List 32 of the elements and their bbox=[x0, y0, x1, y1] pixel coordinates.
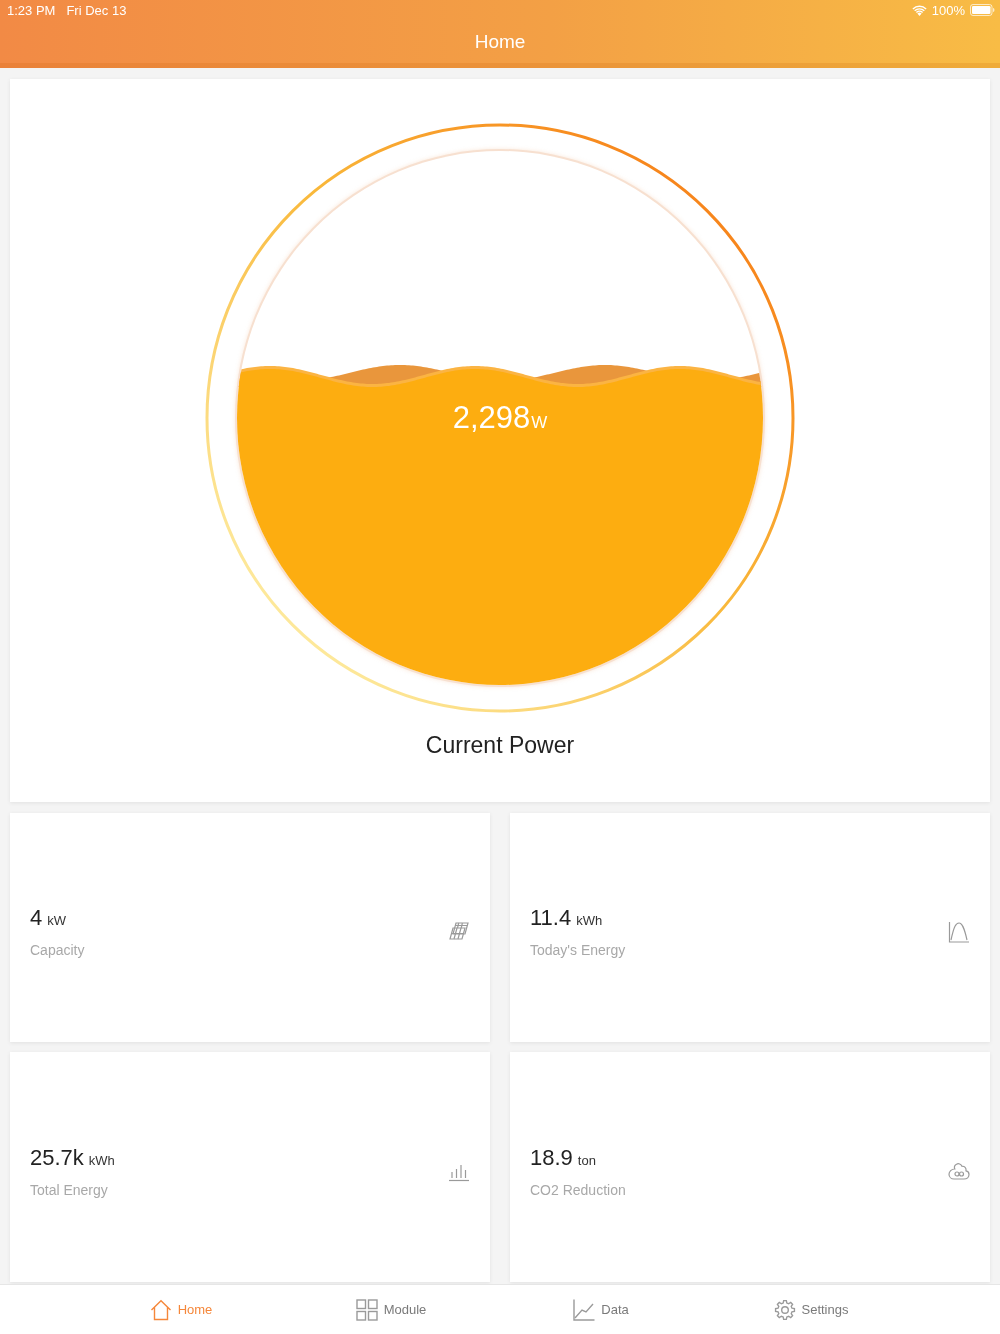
stat-unit: kW bbox=[47, 913, 67, 928]
line-chart-icon bbox=[573, 1298, 596, 1321]
stat-label: Total Energy bbox=[30, 1181, 108, 1198]
stat-unit: ton bbox=[577, 1152, 596, 1168]
power-unit: W bbox=[531, 413, 548, 433]
cloud-icon bbox=[948, 1160, 970, 1182]
power-value: 2,298 bbox=[452, 400, 531, 436]
screen-title: Home bbox=[474, 31, 526, 53]
stat-value: 11.4 bbox=[530, 905, 572, 931]
grid-icon bbox=[355, 1298, 378, 1321]
stat-unit: kWh bbox=[88, 1152, 115, 1168]
bell-curve-icon bbox=[948, 920, 970, 943]
stat-label: Capacity bbox=[30, 942, 85, 958]
settings-icon bbox=[773, 1298, 796, 1321]
stat-label: Today's Energy bbox=[530, 942, 626, 958]
stat-value: 18.9 bbox=[530, 1144, 573, 1171]
solar-panel-icon bbox=[448, 920, 470, 943]
status-date: Fri Dec 13 bbox=[66, 2, 127, 18]
house-icon bbox=[149, 1298, 172, 1321]
battery-icon bbox=[970, 4, 995, 16]
tab-button[interactable]: Data bbox=[573, 1298, 629, 1321]
battery-percent: 100% bbox=[931, 2, 965, 18]
tab-button[interactable]: Settings bbox=[773, 1298, 849, 1321]
stat-value: 4 bbox=[30, 905, 43, 931]
stat-value: 25.7k bbox=[30, 1144, 84, 1171]
status-time: 1:23 PM bbox=[7, 2, 56, 18]
wifi-icon bbox=[911, 4, 927, 16]
tab-button[interactable]: Home bbox=[149, 1298, 213, 1321]
tab-button[interactable]: Module bbox=[355, 1298, 427, 1321]
gauge-caption: Current Power bbox=[425, 731, 575, 759]
stat-unit: kWh bbox=[576, 913, 603, 928]
stat-label: CO2 Reduction bbox=[530, 1181, 626, 1198]
